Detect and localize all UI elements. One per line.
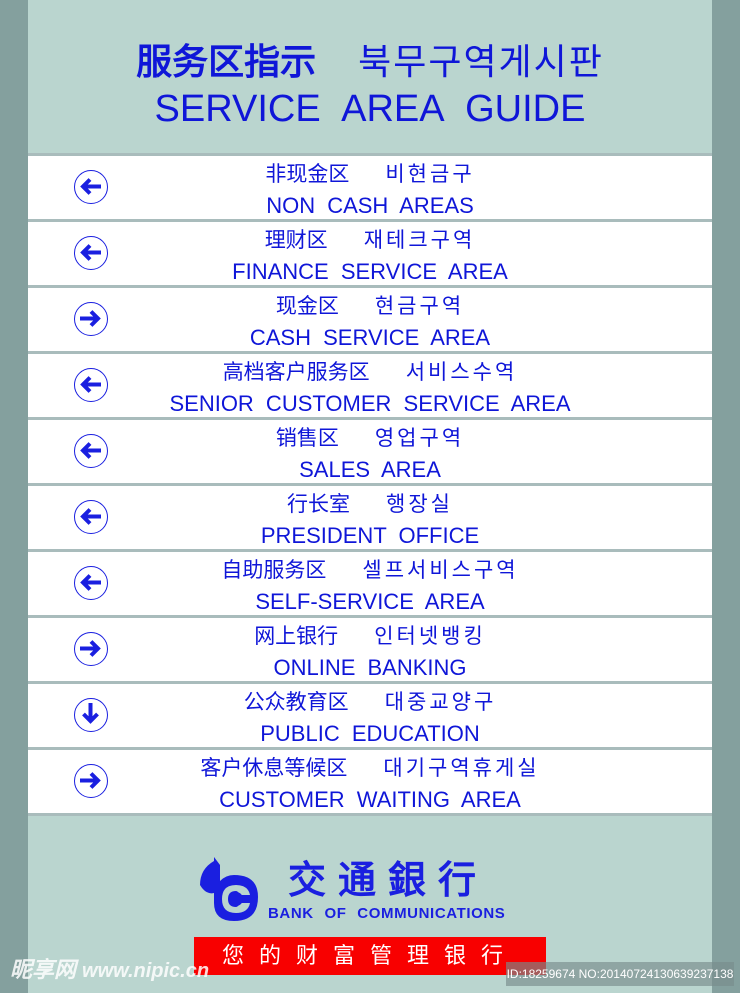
area-name-en: SALES AREA bbox=[299, 457, 441, 482]
area-row: 非现金区 비현금구 NON CASH AREAS bbox=[28, 153, 712, 219]
area-row: 销售区 영업구역 SALES AREA bbox=[28, 417, 712, 483]
area-name-zh: 自助服务区 bbox=[221, 559, 327, 582]
area-row: 公众教育区 대중교양구 PUBLIC EDUCATION bbox=[28, 681, 712, 747]
area-name-zh: 行长室 bbox=[287, 493, 351, 516]
area-name-ko: 인터넷뱅킹 bbox=[374, 625, 486, 648]
area-name-zh: 网上银行 bbox=[254, 625, 339, 648]
area-name-ko: 셀프서비스구역 bbox=[362, 559, 519, 582]
area-name-ko: 서비스수역 bbox=[405, 361, 518, 384]
area-row: 客户休息等候区 대기구역휴게실 CUSTOMER WAITING AREA bbox=[28, 747, 712, 816]
title-ko: 북무구역게시판 bbox=[358, 41, 604, 82]
area-name-ko: 대중교양구 bbox=[384, 691, 497, 714]
watermark-site-name: 昵享网 bbox=[10, 957, 77, 982]
area-name-local: 客户休息等候区 대기구역휴게실 bbox=[28, 756, 712, 782]
area-list: 非现金区 비현금구 NON CASH AREAS 理财区 재테크구역 FINANCE SE… bbox=[28, 153, 712, 816]
area-name-en: SENIOR CUSTOMER SERVICE AREA bbox=[169, 391, 571, 416]
area-name-zh: 现金区 bbox=[275, 295, 339, 318]
bank-name-zh: 交通銀行 bbox=[288, 857, 489, 902]
area-name-local: 理财区 재테크구역 bbox=[28, 228, 712, 254]
area-name-local: 销售区 영업구역 bbox=[28, 426, 712, 452]
area-name-en: PRESIDENT OFFICE bbox=[260, 523, 480, 548]
area-name-local: 非现金区 비현금구 bbox=[28, 162, 712, 188]
area-row: 网上银行 인터넷뱅킹 ONLINE BANKING bbox=[28, 615, 712, 681]
title-en: SERVICE AREA GUIDE bbox=[154, 88, 586, 130]
area-row: 理财区 재테크구역 FINANCE SERVICE AREA bbox=[28, 219, 712, 285]
area-name-en: FINANCE SERVICE AREA bbox=[232, 259, 508, 284]
area-name-local: 高档客户服务区 서비스수역 bbox=[28, 360, 712, 386]
area-name-ko: 대기구역휴게실 bbox=[383, 757, 540, 780]
area-row: 现金区 현금구역 CASH SERVICE AREA bbox=[28, 285, 712, 351]
slogan-banner: 您的财富管理银行 bbox=[194, 937, 546, 975]
watermark-url: www.nipic.cn bbox=[82, 960, 210, 982]
area-name-en: PUBLIC EDUCATION bbox=[260, 721, 480, 746]
area-name-en: CASH SERVICE AREA bbox=[249, 325, 491, 350]
sign-header: 服务区指示 북무구역게시판 SERVICE AREA GUIDE bbox=[28, 0, 712, 153]
title-zh: 服务区指示 bbox=[136, 41, 317, 82]
area-row: 高档客户服务区 서비스수역 SENIOR CUSTOMER SERVICE AREA bbox=[28, 351, 712, 417]
area-name-local: 自助服务区 셀프서비스구역 bbox=[28, 558, 712, 584]
area-name-en: ONLINE BANKING bbox=[273, 655, 467, 680]
area-row: 行长室 행장실 PRESIDENT OFFICE bbox=[28, 483, 712, 549]
area-name-zh: 高档客户服务区 bbox=[222, 361, 370, 384]
bank-name-en: BANK OF COMMUNICATIONS bbox=[268, 905, 506, 922]
area-name-zh: 销售区 bbox=[275, 427, 339, 450]
area-name-ko: 행장실 bbox=[386, 493, 453, 516]
area-name-ko: 현금구역 bbox=[374, 295, 465, 318]
area-name-zh: 理财区 bbox=[264, 229, 328, 252]
area-name-local: 公众教育区 대중교양구 bbox=[28, 690, 712, 716]
watermark-site: 昵享网 www.nipic.cn bbox=[10, 955, 209, 986]
area-name-zh: 公众教育区 bbox=[243, 691, 349, 714]
area-name-ko: 영업구역 bbox=[374, 427, 465, 450]
area-name-en: CUSTOMER WAITING AREA bbox=[219, 787, 521, 812]
area-name-ko: 비현금구 bbox=[385, 163, 475, 186]
area-name-zh: 非现金区 bbox=[265, 163, 350, 186]
bank-logo-icon bbox=[200, 857, 258, 921]
area-name-local: 现金区 현금구역 bbox=[28, 294, 712, 320]
area-name-en: NON CASH AREAS bbox=[266, 193, 474, 218]
title-line: 服务区指示 북무구역게시판 bbox=[28, 38, 712, 86]
area-name-local: 行长室 행장실 bbox=[28, 492, 712, 518]
area-name-local: 网上银行 인터넷뱅킹 bbox=[28, 624, 712, 650]
sign-board: 服务区指示 북무구역게시판 SERVICE AREA GUIDE 非现金区 비현금구… bbox=[28, 0, 712, 993]
area-name-ko: 재테크구역 bbox=[363, 229, 476, 252]
area-name-zh: 客户休息等候区 bbox=[200, 757, 348, 780]
watermark-id: ID:18259674 NO:20140724130639237138 bbox=[506, 962, 734, 986]
area-row: 自助服务区 셀프서비스구역 SELF-SERVICE AREA bbox=[28, 549, 712, 615]
area-name-en: SELF-SERVICE AREA bbox=[255, 589, 485, 614]
